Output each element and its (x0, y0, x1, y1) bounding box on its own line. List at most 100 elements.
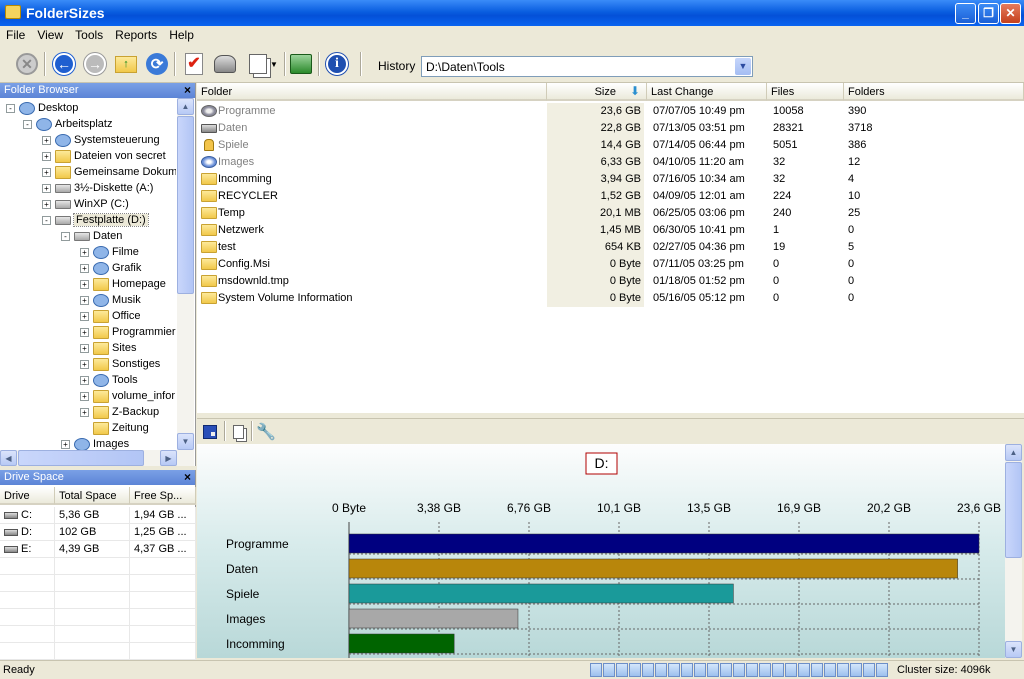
table-row[interactable]: RECYCLER 1,52 GB 04/09/05 12:01 am 224 10 (197, 188, 1024, 205)
chart-vertical-scrollbar[interactable]: ▲ ▼ (1005, 444, 1022, 658)
tree-node[interactable]: + Programmier (80, 324, 176, 340)
tree-vertical-scrollbar[interactable]: ▲ ▼ (177, 98, 194, 450)
table-row[interactable]: msdownld.tmp 0 Byte 01/18/05 01:52 pm 0 0 (197, 273, 1024, 290)
network-button[interactable] (288, 51, 314, 77)
table-row[interactable]: Programme 23,6 GB 07/07/05 10:49 pm 10058 39… (197, 103, 1024, 120)
stop-button[interactable]: ✕ (14, 51, 40, 77)
drive-cell-free[interactable]: 1,25 GB ... (130, 524, 196, 541)
expand-icon[interactable]: + (80, 375, 89, 385)
tree-node[interactable]: Zeitung (80, 420, 149, 436)
save-report-button[interactable] (212, 51, 238, 77)
history-combo[interactable]: D:\Daten\Tools ▼ (421, 56, 753, 77)
copy-dropdown-button[interactable]: ▼ (268, 51, 280, 77)
drive-cell-drive[interactable]: C: (0, 507, 55, 524)
tree-node[interactable]: - Desktop (6, 100, 78, 116)
tree-node[interactable]: + Images (61, 436, 129, 450)
column-header-free[interactable]: Free Sp... (130, 487, 196, 505)
expand-icon[interactable]: + (80, 247, 89, 257)
tree-horizontal-scrollbar[interactable]: ◀ ▶ (0, 450, 194, 466)
table-row[interactable]: test 654 KB 02/27/05 04:36 pm 19 5 (197, 239, 1024, 256)
tree-node[interactable]: + Z-Backup (80, 404, 159, 420)
forward-button[interactable]: → (82, 51, 108, 77)
copy-chart-button[interactable] (227, 421, 249, 443)
close-icon[interactable]: × (184, 83, 191, 97)
drive-cell-drive[interactable]: D: (0, 524, 55, 541)
table-row[interactable]: Netzwerk 1,45 MB 06/30/05 10:41 pm 1 0 (197, 222, 1024, 239)
save-chart-button[interactable] (199, 421, 221, 443)
tree-node[interactable]: + Office (80, 308, 141, 324)
scroll-down-icon[interactable]: ▼ (177, 433, 194, 450)
table-row[interactable]: Images 6,33 GB 04/10/05 11:20 am 32 12 (197, 154, 1024, 171)
drive-cell-total[interactable]: 102 GB (55, 524, 130, 541)
tree-node[interactable]: + WinXP (C:) (42, 196, 129, 212)
column-header-drive[interactable]: Drive (0, 487, 55, 505)
close-button[interactable]: ✕ (1000, 3, 1021, 24)
expand-icon[interactable]: + (80, 407, 89, 417)
drive-cell-drive[interactable]: E: (0, 541, 55, 558)
expand-icon[interactable]: + (61, 439, 70, 449)
column-header-last-change[interactable]: Last Change (647, 83, 767, 101)
menu-reports[interactable]: Reports (109, 26, 163, 42)
menu-help[interactable]: Help (163, 26, 200, 42)
menu-file[interactable]: File (0, 26, 31, 42)
tree-node[interactable]: + Sonstiges (80, 356, 160, 372)
tree-node[interactable]: + Gemeinsame Dokume (42, 164, 176, 180)
drive-cell-total[interactable]: 4,39 GB (55, 541, 130, 558)
tree-node[interactable]: + Dateien von secret (42, 148, 166, 164)
chevron-down-icon[interactable]: ▼ (735, 58, 751, 75)
collapse-icon[interactable]: - (61, 231, 70, 241)
expand-icon[interactable]: + (80, 359, 89, 369)
expand-icon[interactable]: + (80, 327, 89, 337)
expand-icon[interactable]: + (80, 295, 89, 305)
tree-node[interactable]: + Filme (80, 244, 139, 260)
close-icon[interactable]: × (184, 470, 191, 484)
tree-node[interactable]: - Arbeitsplatz (23, 116, 112, 132)
scroll-thumb[interactable] (177, 116, 194, 294)
table-row[interactable]: Config.Msi 0 Byte 07/11/05 03:25 pm 0 0 (197, 256, 1024, 273)
table-row[interactable]: System Volume Information 0 Byte 05/16/05 … (197, 290, 1024, 307)
expand-icon[interactable]: + (42, 199, 51, 209)
scroll-up-icon[interactable]: ▲ (1005, 444, 1022, 461)
tree-node[interactable]: + Grafik (80, 260, 141, 276)
menu-view[interactable]: View (31, 26, 69, 42)
expand-icon[interactable]: + (42, 151, 51, 161)
expand-icon[interactable]: + (80, 343, 89, 353)
back-button[interactable]: ← (51, 51, 77, 77)
scroll-right-icon[interactable]: ▶ (160, 450, 177, 466)
drive-cell-free[interactable]: 4,37 GB ... (130, 541, 196, 558)
chart-options-button[interactable]: 🔧 (255, 421, 277, 443)
column-header-folder[interactable]: Folder (197, 83, 547, 101)
folder-tree[interactable]: - Desktop - Arbeitsplatz + Systemsteuerung + Da… (0, 98, 176, 450)
collapse-icon[interactable]: - (6, 103, 15, 113)
drive-cell-total[interactable]: 5,36 GB (55, 507, 130, 524)
scroll-left-icon[interactable]: ◀ (0, 450, 17, 466)
tree-node[interactable]: + Tools (80, 372, 138, 388)
up-folder-button[interactable]: ↑ (113, 51, 139, 77)
tree-node[interactable]: + volume_infor (80, 388, 175, 404)
expand-icon[interactable]: + (80, 263, 89, 273)
expand-icon[interactable]: + (42, 183, 51, 193)
table-row[interactable]: Incomming 3,94 GB 07/16/05 10:34 am 32 4 (197, 171, 1024, 188)
expand-icon[interactable]: + (80, 311, 89, 321)
column-header-files[interactable]: Files (767, 83, 844, 101)
info-button[interactable]: i (324, 51, 350, 77)
column-header-total[interactable]: Total Space (55, 487, 130, 505)
table-row[interactable]: Spiele 14,4 GB 07/14/05 06:44 pm 5051 386 (197, 137, 1024, 154)
menu-tools[interactable]: Tools (69, 26, 109, 42)
collapse-icon[interactable]: - (42, 215, 51, 225)
report-button[interactable]: ✔ (181, 51, 207, 77)
tree-node[interactable]: + Systemsteuerung (42, 132, 160, 148)
expand-icon[interactable]: + (80, 391, 89, 401)
table-row[interactable]: Daten 22,8 GB 07/13/05 03:51 pm 28321 3718 (197, 120, 1024, 137)
drive-cell-free[interactable]: 1,94 GB ... (130, 507, 196, 524)
maximize-button[interactable]: ❐ (978, 3, 999, 24)
scroll-up-icon[interactable]: ▲ (177, 98, 194, 115)
minimize-button[interactable]: _ (955, 3, 976, 24)
scroll-down-icon[interactable]: ▼ (1005, 641, 1022, 658)
tree-node[interactable]: + Sites (80, 340, 136, 356)
tree-node[interactable]: + Musik (80, 292, 141, 308)
tree-node[interactable]: - Daten (61, 228, 122, 244)
column-header-folders[interactable]: Folders (844, 83, 1024, 101)
tree-node[interactable]: - Festplatte (D:) (42, 212, 149, 228)
collapse-icon[interactable]: - (23, 119, 32, 129)
